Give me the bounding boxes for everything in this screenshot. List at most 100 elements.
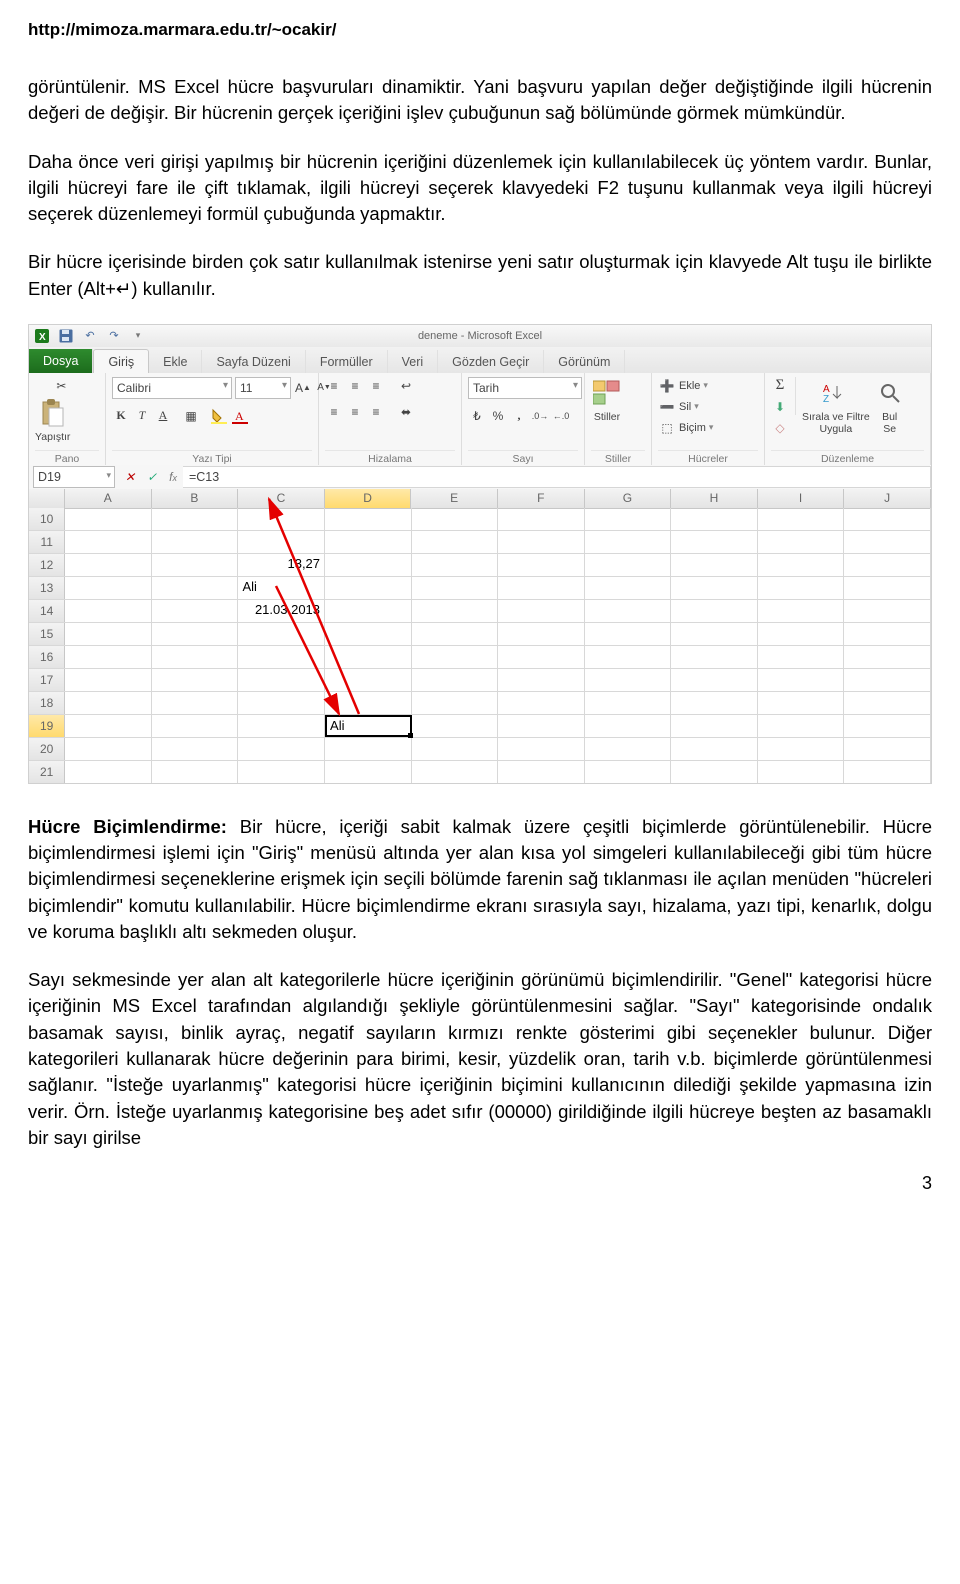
tab-data[interactable]: Veri	[388, 350, 439, 373]
cell-F10[interactable]	[498, 508, 585, 530]
cell-D19[interactable]: Ali	[325, 715, 412, 737]
fill-color-icon[interactable]	[210, 407, 228, 425]
cell-B16[interactable]	[152, 646, 239, 668]
cell-C10[interactable]	[238, 508, 325, 530]
format-cell-icon[interactable]: ⬚	[658, 419, 676, 437]
row-header-21[interactable]: 21	[29, 761, 65, 783]
col-header-D[interactable]: D	[325, 489, 412, 508]
cell-G17[interactable]	[585, 669, 672, 691]
cell-C15[interactable]	[238, 623, 325, 645]
cell-D10[interactable]	[325, 508, 412, 530]
dec-inc-icon[interactable]: .0→	[531, 407, 549, 425]
styles-icon[interactable]	[591, 377, 623, 409]
row-header-14[interactable]: 14	[29, 600, 65, 622]
cell-J12[interactable]	[844, 554, 931, 576]
cell-D20[interactable]	[325, 738, 412, 760]
cell-B20[interactable]	[152, 738, 239, 760]
cell-D14[interactable]	[325, 600, 412, 622]
cell-H11[interactable]	[671, 531, 758, 553]
cell-F20[interactable]	[498, 738, 585, 760]
cell-C11[interactable]	[238, 531, 325, 553]
cell-D15[interactable]	[325, 623, 412, 645]
cell-J10[interactable]	[844, 508, 931, 530]
align-top-icon[interactable]: ≡	[325, 377, 343, 395]
autosum-icon[interactable]: Σ	[771, 377, 789, 395]
italic-icon[interactable]: T	[133, 407, 151, 425]
cell-A20[interactable]	[65, 738, 152, 760]
align-mid-icon[interactable]: ≡	[346, 377, 364, 395]
enter-formula-icon[interactable]: ✓	[141, 470, 163, 484]
tab-file[interactable]: Dosya	[29, 349, 93, 373]
cell-H10[interactable]	[671, 508, 758, 530]
cell-A16[interactable]	[65, 646, 152, 668]
insert-cell-icon[interactable]: ➕	[658, 377, 676, 395]
currency-icon[interactable]: ₺	[468, 407, 486, 425]
cell-F21[interactable]	[498, 761, 585, 783]
cell-J20[interactable]	[844, 738, 931, 760]
cell-A14[interactable]	[65, 600, 152, 622]
cell-I21[interactable]	[758, 761, 845, 783]
merge-icon[interactable]: ⬌	[397, 403, 415, 421]
percent-icon[interactable]: %	[489, 407, 507, 425]
delete-cell-icon[interactable]: ➖	[658, 398, 676, 416]
wrap-text-icon[interactable]: ↩	[397, 377, 415, 395]
cell-A21[interactable]	[65, 761, 152, 783]
paste-icon[interactable]	[37, 397, 69, 429]
cell-F13[interactable]	[498, 577, 585, 599]
cell-J16[interactable]	[844, 646, 931, 668]
cell-C12[interactable]: 13,27	[238, 554, 325, 576]
cell-B21[interactable]	[152, 761, 239, 783]
tab-layout[interactable]: Sayfa Düzeni	[202, 350, 305, 373]
cell-F15[interactable]	[498, 623, 585, 645]
cell-G16[interactable]	[585, 646, 672, 668]
col-header-H[interactable]: H	[671, 489, 758, 508]
font-color-icon[interactable]: A	[231, 407, 249, 425]
cell-H12[interactable]	[671, 554, 758, 576]
font-name-combo[interactable]: Calibri	[112, 377, 232, 399]
format-btn-label[interactable]: Biçim	[679, 422, 706, 434]
col-header-A[interactable]: A	[65, 489, 152, 508]
cell-C16[interactable]	[238, 646, 325, 668]
cell-H20[interactable]	[671, 738, 758, 760]
number-format-combo[interactable]: Tarih	[468, 377, 582, 399]
cell-J17[interactable]	[844, 669, 931, 691]
cell-H15[interactable]	[671, 623, 758, 645]
cell-H21[interactable]	[671, 761, 758, 783]
tab-home[interactable]: Giriş	[93, 349, 149, 374]
cell-E11[interactable]	[412, 531, 499, 553]
comma-icon[interactable]: ,	[510, 407, 528, 425]
cell-C18[interactable]	[238, 692, 325, 714]
row-header-18[interactable]: 18	[29, 692, 65, 714]
worksheet-grid[interactable]: ABCDEFGHIJ 10111213,2713Ali1421.03.20131…	[29, 489, 931, 783]
dec-dec-icon[interactable]: ←.0	[552, 407, 570, 425]
cell-H13[interactable]	[671, 577, 758, 599]
cell-B11[interactable]	[152, 531, 239, 553]
cell-F16[interactable]	[498, 646, 585, 668]
cell-H17[interactable]	[671, 669, 758, 691]
cell-G12[interactable]	[585, 554, 672, 576]
row-header-16[interactable]: 16	[29, 646, 65, 668]
cell-C19[interactable]	[238, 715, 325, 737]
cell-C13[interactable]: Ali	[238, 577, 325, 599]
fx-icon[interactable]: fx	[163, 470, 183, 484]
row-header-12[interactable]: 12	[29, 554, 65, 576]
borders-icon[interactable]: ▦	[182, 407, 200, 425]
row-header-19[interactable]: 19	[29, 715, 65, 737]
delete-btn-label[interactable]: Sil	[679, 401, 691, 413]
row-header-10[interactable]: 10	[29, 508, 65, 530]
cell-E21[interactable]	[412, 761, 499, 783]
cell-D16[interactable]	[325, 646, 412, 668]
cell-A17[interactable]	[65, 669, 152, 691]
row-header-13[interactable]: 13	[29, 577, 65, 599]
name-box[interactable]: D19	[33, 466, 115, 488]
cell-D18[interactable]	[325, 692, 412, 714]
cell-F12[interactable]	[498, 554, 585, 576]
row-header-11[interactable]: 11	[29, 531, 65, 553]
cell-F11[interactable]	[498, 531, 585, 553]
formula-input[interactable]: =C13	[183, 466, 931, 488]
cell-B19[interactable]	[152, 715, 239, 737]
cell-G10[interactable]	[585, 508, 672, 530]
row-header-20[interactable]: 20	[29, 738, 65, 760]
grow-font-icon[interactable]: A▲	[294, 379, 312, 397]
clear-icon[interactable]: ◇	[771, 419, 789, 437]
